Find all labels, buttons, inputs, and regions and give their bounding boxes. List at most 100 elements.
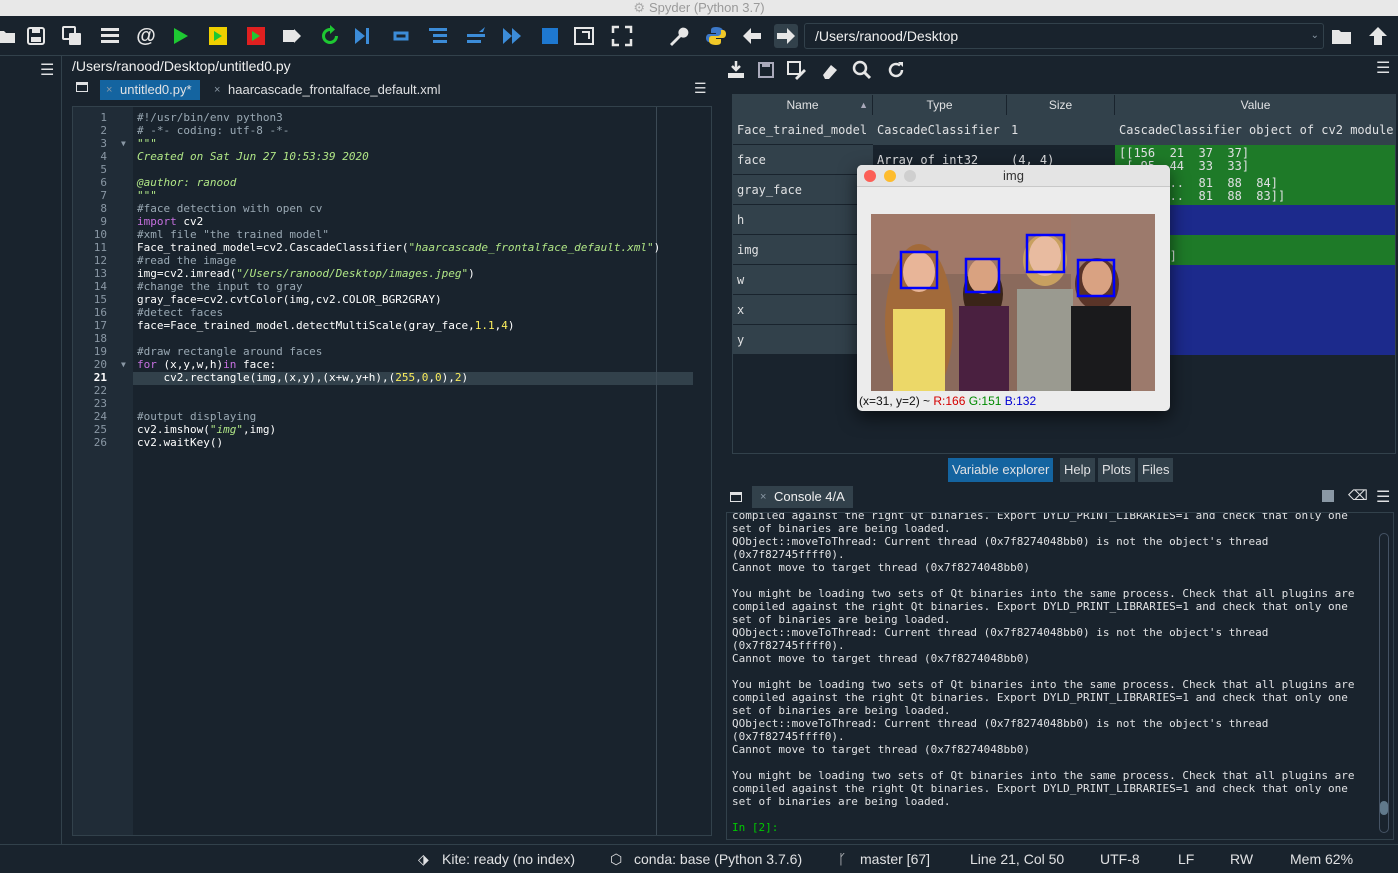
python-path-icon[interactable]: [704, 24, 728, 48]
conda-icon: ⬡: [610, 851, 623, 867]
console-line: You might be loading two sets of Qt bina…: [732, 678, 1355, 691]
line-number: 4: [100, 150, 107, 163]
at-symbol-icon[interactable]: @: [134, 24, 158, 48]
run-cell-advance-icon[interactable]: [244, 24, 268, 48]
console-options-icon[interactable]: ☰: [1376, 487, 1390, 507]
close-icon[interactable]: ×: [106, 80, 112, 100]
variable-name: h: [733, 205, 873, 235]
variable-name: face: [733, 145, 873, 175]
working-directory-input[interactable]: /Users/ranood/Desktop ⌄: [804, 23, 1324, 49]
step-icon[interactable]: [390, 24, 414, 48]
face-detection-image[interactable]: [871, 214, 1155, 391]
tab-variable-explorer[interactable]: Variable explorer: [948, 458, 1054, 482]
ipython-console[interactable]: compiled against the right Qt binaries. …: [726, 512, 1394, 840]
console-line: compiled against the right Qt binaries. …: [732, 512, 1348, 522]
git-status: master [67]: [860, 851, 931, 867]
fold-arrow-icon[interactable]: ▼: [121, 360, 126, 369]
column-header-name[interactable]: Name ▲: [733, 95, 873, 115]
stop-debug-icon[interactable]: [538, 24, 562, 48]
tab-plots[interactable]: Plots: [1098, 458, 1135, 482]
close-window-button[interactable]: [864, 170, 876, 182]
editor-options-menu-icon[interactable]: ☰: [694, 80, 707, 97]
header-label: Name: [786, 98, 819, 112]
pixel-coordinates: (x=31, y=2) ~: [859, 394, 934, 408]
remove-all-variables-icon[interactable]: [818, 58, 842, 82]
line-number: 2: [100, 124, 107, 137]
line-number-gutter: 1 2 3 ▼ 4 5 6 7 8 9 10 11 12 13 14 15 16 17 18 19 20 ▼ 21 22 23 2…: [73, 107, 133, 835]
continue-icon[interactable]: [500, 24, 524, 48]
column-header-value[interactable]: Value: [1115, 95, 1397, 115]
line-number: 19: [93, 345, 107, 358]
step-return-icon[interactable]: [464, 24, 488, 48]
tab-haarcascade[interactable]: × haarcascade_frontalface_default.xml: [208, 80, 448, 100]
browse-tabs-icon[interactable]: [730, 492, 742, 502]
browse-folder-icon[interactable]: [1330, 24, 1354, 48]
import-data-icon[interactable]: [724, 58, 748, 82]
back-arrow-icon[interactable]: [740, 24, 764, 48]
line-number: 17: [93, 319, 107, 332]
line-number: 1: [100, 111, 107, 124]
line-number: 8: [100, 202, 107, 215]
close-icon[interactable]: ×: [214, 80, 220, 100]
tab-files[interactable]: Files: [1138, 458, 1174, 482]
tab-untitled0[interactable]: × untitled0.py*: [100, 80, 200, 100]
run-cell-icon[interactable]: [206, 24, 230, 48]
code-line: for (x,y,w,h)in face:: [137, 358, 277, 371]
interrupt-kernel-icon[interactable]: [1322, 490, 1334, 502]
parent-directory-icon[interactable]: [1366, 24, 1390, 48]
fold-arrow-icon[interactable]: ▼: [121, 139, 126, 148]
save-data-as-icon[interactable]: [784, 58, 808, 82]
console-line: Cannot move to target thread (0x7f827404…: [732, 652, 1031, 665]
variable-row[interactable]: Face_trained_model CascadeClassifier 1 Casc…: [733, 115, 1395, 145]
save-all-icon[interactable]: [60, 24, 84, 48]
console-line: set of binaries are being loaded.: [732, 522, 951, 535]
save-data-icon[interactable]: [754, 58, 778, 82]
debug-icon[interactable]: [350, 24, 374, 48]
preferences-wrench-icon[interactable]: [666, 24, 690, 48]
run-selection-icon[interactable]: [280, 24, 304, 48]
close-icon[interactable]: ×: [760, 486, 766, 508]
console-scrollbar[interactable]: [1379, 533, 1389, 833]
run-icon[interactable]: [168, 24, 192, 48]
kite-icon: ⬗: [418, 851, 429, 867]
line-number: 18: [93, 332, 107, 345]
line-number: 9: [100, 215, 107, 228]
clear-console-eraser-icon[interactable]: ⌫: [1348, 487, 1368, 504]
tab-console[interactable]: × Console 4/A: [752, 486, 853, 508]
console-scrollbar-thumb[interactable]: [1380, 801, 1388, 815]
code-line: #detect faces: [137, 306, 224, 319]
minimize-window-button[interactable]: [884, 170, 896, 182]
rerun-icon[interactable]: [318, 24, 342, 48]
refresh-icon[interactable]: [884, 58, 908, 82]
step-into-icon[interactable]: [426, 24, 450, 48]
console-prompt[interactable]: In [2]:: [732, 821, 778, 834]
code-line: Created on Sat Jun 27 10:53:39 2020: [137, 150, 369, 163]
options-menu-icon[interactable]: ☰: [40, 60, 54, 80]
console-line: (0x7f82745ffff0).: [732, 639, 845, 652]
tab-help[interactable]: Help: [1060, 458, 1095, 482]
line-number: 3: [100, 137, 107, 150]
search-icon[interactable]: [850, 58, 874, 82]
browse-tabs-icon[interactable]: [76, 82, 88, 92]
chevron-down-icon[interactable]: ⌄: [1311, 24, 1319, 48]
line-number: 22: [93, 384, 107, 397]
code-line: """: [137, 189, 157, 202]
image-window-titlebar[interactable]: img: [857, 165, 1170, 187]
outline-list-icon[interactable]: [98, 24, 122, 48]
forward-arrow-icon[interactable]: [774, 24, 798, 48]
variable-explorer-options-icon[interactable]: ☰: [1376, 58, 1390, 78]
code-editor[interactable]: 1 2 3 ▼ 4 5 6 7 8 9 10 11 12 13 14 15 16 17 18 19 20 ▼ 21 22 23 2…: [72, 106, 712, 836]
tab-label: untitled0.py*: [120, 82, 192, 97]
maximize-pane-icon[interactable]: [572, 24, 596, 48]
column-header-size[interactable]: Size: [1007, 95, 1115, 115]
tab-label: haarcascade_frontalface_default.xml: [228, 82, 441, 97]
line-number: 26: [93, 436, 107, 449]
conda-status: conda: base (Python 3.7.6): [634, 851, 803, 867]
opencv-image-window[interactable]: img (x=31, y=2) ~ R:166 G:151 B:132: [857, 165, 1170, 411]
fullscreen-icon[interactable]: [610, 24, 634, 48]
column-header-type[interactable]: Type: [873, 95, 1007, 115]
save-icon[interactable]: [24, 24, 48, 48]
zoom-window-button[interactable]: [904, 170, 916, 182]
sort-up-icon: ▲: [859, 100, 868, 110]
open-file-icon[interactable]: [0, 24, 18, 48]
